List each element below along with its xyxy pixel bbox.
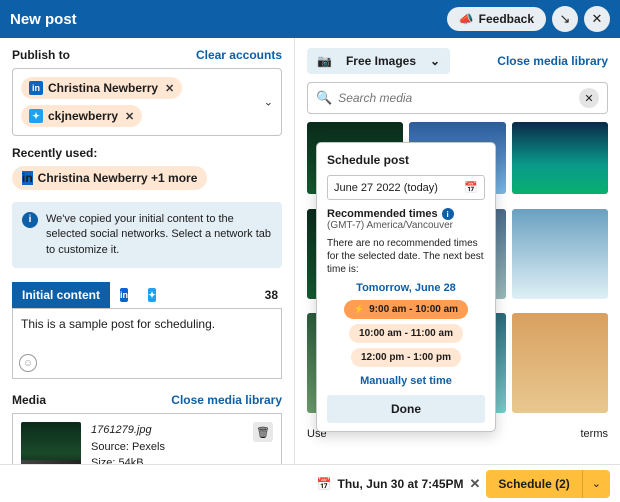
post-textarea[interactable]: This is a sample post for scheduling. ☺ (12, 309, 282, 379)
info-icon: i (22, 212, 38, 228)
publish-label: Publish to (12, 48, 70, 62)
clear-date-icon[interactable]: ✕ (470, 476, 481, 492)
schedule-popup: Schedule post June 27 2022 (today) 📅 Rec… (316, 142, 496, 432)
search-media-box[interactable]: 🔍 ✕ (307, 82, 608, 114)
schedule-button[interactable]: Schedule (2) (486, 470, 581, 498)
close-library-link[interactable]: Close media library (497, 54, 608, 68)
free-images-dropdown[interactable]: 📷 Free Images ⌄ (307, 48, 450, 74)
free-images-label: Free Images (346, 54, 416, 68)
topbar: New post 📣 Feedback ↘ ✕ (0, 0, 620, 38)
chevron-down-icon[interactable]: ⌄ (264, 96, 273, 109)
media-label: Media (12, 393, 46, 407)
library-head: 📷 Free Images ⌄ Close media library (307, 48, 608, 74)
popup-title: Schedule post (327, 153, 485, 167)
calendar-icon: 📅 (317, 477, 332, 491)
time-slot[interactable]: 10:00 am - 11:00 am (349, 324, 463, 343)
tab-linkedin[interactable]: in (110, 282, 138, 308)
bottombar: 📅 Thu, Jun 30 at 7:45PM ✕ Schedule (2) ⌄ (0, 464, 620, 502)
gallery-image[interactable] (512, 313, 608, 413)
linkedin-icon: in (22, 171, 33, 185)
next-date-label: Tomorrow, June 28 (327, 282, 485, 294)
char-count: 38 (265, 288, 282, 302)
main: Publish to Clear accounts in Christina N… (0, 38, 620, 502)
tab-twitter[interactable]: ✦ (138, 282, 166, 308)
info-icon[interactable]: i (442, 208, 454, 220)
clear-search-button[interactable]: ✕ (579, 88, 599, 108)
feedback-button[interactable]: 📣 Feedback (447, 7, 546, 31)
emoji-picker-button[interactable]: ☺ (19, 354, 37, 372)
linkedin-icon: in (29, 81, 43, 95)
recommended-times-label: Recommended times i (327, 208, 485, 220)
recent-account-text: Christina Newberry +1 more (38, 171, 198, 185)
time-slot[interactable]: 12:00 pm - 1:00 pm (351, 348, 461, 367)
topbar-actions: 📣 Feedback ↘ ✕ (447, 6, 610, 32)
media-head: Media Close media library (12, 393, 282, 407)
time-slots: ⚡ 9:00 am - 10:00 am 10:00 am - 11:00 am… (327, 300, 485, 367)
done-button[interactable]: Done (327, 395, 485, 423)
delete-media-button[interactable]: 🗑 (253, 422, 273, 442)
composer-tabs: Initial content in ✦ 38 (12, 282, 282, 309)
minimize-button[interactable]: ↘ (552, 6, 578, 32)
info-banner: i We've copied your initial content to t… (12, 202, 282, 268)
account-name: ckjnewberry (48, 109, 118, 123)
twitter-icon: ✦ (29, 109, 43, 123)
info-banner-text: We've copied your initial content to the… (46, 212, 272, 258)
left-column: Publish to Clear accounts in Christina N… (0, 38, 295, 502)
time-slot-label: 9:00 am - 10:00 am (369, 304, 458, 315)
terms-link[interactable]: terms (581, 428, 609, 440)
calendar-icon: 📅 (464, 181, 478, 194)
accounts-select[interactable]: in Christina Newberry ✕ ✦ ckjnewberry ✕ … (12, 68, 282, 136)
clear-accounts-link[interactable]: Clear accounts (196, 48, 282, 62)
publish-head: Publish to Clear accounts (12, 48, 282, 62)
megaphone-icon: 📣 (459, 12, 474, 26)
page-title: New post (10, 11, 77, 28)
remove-account-icon[interactable]: ✕ (165, 82, 174, 95)
account-pill[interactable]: in Christina Newberry ✕ (21, 77, 182, 99)
gallery-image[interactable] (512, 122, 608, 194)
search-icon: 🔍 (316, 90, 332, 106)
tabs-left: Initial content in ✦ (12, 282, 166, 308)
tab-initial-content[interactable]: Initial content (12, 282, 110, 308)
camera-icon: 📷 (317, 54, 332, 68)
recent-account-pill[interactable]: in Christina Newberry +1 more (12, 166, 207, 190)
scheduled-date-chip[interactable]: 📅 Thu, Jun 30 at 7:45PM ✕ (317, 476, 481, 492)
gallery-image[interactable] (512, 209, 608, 299)
schedule-more-button[interactable]: ⌄ (582, 470, 610, 498)
recent-label: Recently used: (12, 146, 282, 160)
media-source: Source: Pexels (91, 439, 243, 456)
bolt-icon: ⚡ (354, 304, 365, 315)
close-button[interactable]: ✕ (584, 6, 610, 32)
feedback-label: Feedback (479, 12, 534, 26)
schedule-date-value: June 27 2022 (today) (334, 182, 438, 194)
time-slot-best[interactable]: ⚡ 9:00 am - 10:00 am (344, 300, 468, 319)
post-text: This is a sample post for scheduling. (21, 317, 215, 331)
timezone-label: (GMT-7) America/Vancouver (327, 220, 485, 231)
account-pill[interactable]: ✦ ckjnewberry ✕ (21, 105, 142, 127)
manual-time-link[interactable]: Manually set time (327, 375, 485, 387)
account-name: Christina Newberry (48, 81, 158, 95)
remove-account-icon[interactable]: ✕ (125, 110, 134, 123)
media-filename: 1761279.jpg (91, 422, 243, 439)
schedule-date-input[interactable]: June 27 2022 (today) 📅 (327, 175, 485, 200)
no-recommended-text: There are no recommended times for the s… (327, 237, 485, 276)
search-media-input[interactable] (338, 91, 573, 105)
chevron-down-icon: ⌄ (430, 54, 440, 68)
scheduled-date-text: Thu, Jun 30 at 7:45PM (337, 477, 463, 491)
close-media-link[interactable]: Close media library (171, 393, 282, 407)
